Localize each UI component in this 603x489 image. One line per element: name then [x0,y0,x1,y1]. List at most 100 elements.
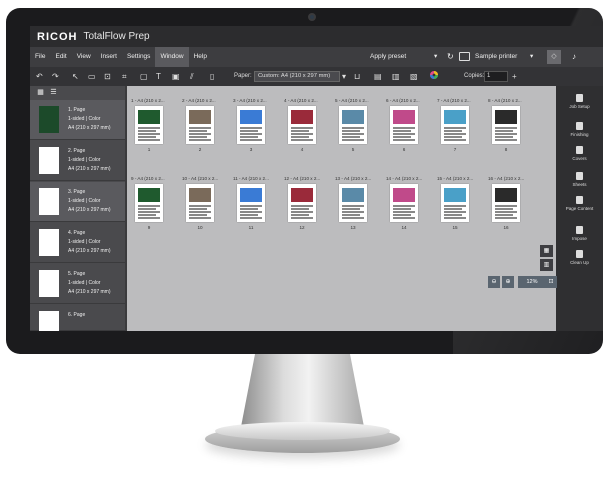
page-thumbnail[interactable] [288,106,316,144]
job-status-icon[interactable]: ◇ [547,50,561,64]
page-number: 1 [147,147,151,152]
menu-bar: File Edit View Insert Settings Window He… [30,47,603,67]
page-thumbnail[interactable] [390,184,418,222]
text-line [495,205,517,207]
text-line [393,211,415,213]
text-line [393,133,415,135]
refresh-icon[interactable]: ↻ [447,47,454,67]
page-thumbnail[interactable] [237,184,265,222]
page-thumbnail[interactable] [390,106,418,144]
sheets-button[interactable]: Sheets [556,172,603,187]
page-thumbnail[interactable] [237,106,265,144]
binding-icon[interactable]: ⊔ [354,70,360,83]
page-layout-icon[interactable]: ▯ [210,70,214,83]
sidebar-page-item[interactable]: 1. Page 1-sided | Color A4 (210 x 297 mm… [30,100,125,140]
menu-edit[interactable]: Edit [50,47,71,67]
text-tool-icon[interactable]: T [156,70,161,83]
menu-file[interactable]: File [30,47,50,67]
color-wheel-icon[interactable] [429,70,439,83]
text-line [393,136,411,138]
list-view-icon[interactable]: ☰ [49,89,58,97]
text-line [495,133,517,135]
page-size: A4 (210 x 297 mm) [68,289,111,295]
impose-label: Impose [572,236,587,241]
finishing-button[interactable]: Finishing [556,122,603,137]
text-line [444,208,462,210]
page-sides: 1-sided | Color [68,157,101,163]
page-thumbnail[interactable] [492,106,520,144]
menu-insert[interactable]: Insert [96,47,122,67]
page-thumbnail[interactable] [135,184,163,222]
impose-button[interactable]: Impose [556,226,603,241]
page-thumbnail[interactable] [186,184,214,222]
zoom-level-select[interactable]: 12% [518,276,546,288]
page-thumbnail[interactable] [441,106,469,144]
page-size: A4 (210 x 297 mm) [68,207,111,213]
menu-view[interactable]: View [72,47,96,67]
fit-icon[interactable]: ⊡ [104,70,111,83]
sidebar-page-item[interactable]: 6. Page [30,305,125,331]
thumbnail-view-button[interactable]: ▦ [540,245,553,257]
page-thumbnail[interactable] [288,184,316,222]
sidebar-page-item[interactable]: 3. Page 1-sided | Color A4 (210 x 297 mm… [30,182,125,222]
align-icon[interactable]: ⫽ [190,70,194,83]
text-line [291,205,313,207]
menu-help[interactable]: Help [189,47,212,67]
text-line [444,136,462,138]
text-line [495,127,517,129]
redo-icon[interactable]: ↷ [52,70,59,83]
apply-preset-button[interactable]: Apply preset [370,47,406,67]
staple-icon[interactable]: ▤ [374,70,382,83]
sidebar-page-item[interactable]: 5. Page 1-sided | Color A4 (210 x 297 mm… [30,264,125,304]
page-content-button[interactable]: Page Content [556,196,603,211]
text-line [189,127,211,129]
text-line [444,211,466,213]
text-line [240,214,258,216]
chevron-down-icon[interactable]: ▾ [530,47,533,67]
printer-select[interactable]: Sample printer [475,47,517,67]
clean-up-button[interactable]: Clean Up [556,250,603,265]
page-thumbnail [39,270,59,297]
page-image [444,110,466,124]
chevron-down-icon[interactable]: ▾ [342,70,346,83]
menu-window[interactable]: Window [155,47,189,67]
covers-button[interactable]: Covers [556,146,603,161]
crop-icon[interactable]: ⌗ [122,70,127,83]
chevron-down-icon[interactable]: ▾ [434,47,437,67]
page-image [291,110,313,124]
fit-page-button[interactable]: ⊡ [545,276,557,288]
page-thumbnail[interactable] [186,106,214,144]
rectangle-tool-icon[interactable]: ▭ [88,70,96,83]
paper-size-select[interactable]: Custom: A4 (210 x 297 mm) [254,71,340,82]
sidebar-page-item[interactable]: 4. Page 1-sided | Color A4 (210 x 297 mm… [30,223,125,263]
page-thumbnail[interactable] [492,184,520,222]
pointer-icon[interactable]: ↖ [72,70,79,83]
page-thumbnail[interactable] [441,184,469,222]
copies-input[interactable]: 1 [484,71,508,82]
spread-view-button[interactable]: ▥ [540,259,553,271]
menu-settings[interactable]: Settings [122,47,156,67]
plus-icon[interactable]: + [512,67,517,86]
covers-icon [576,146,583,154]
page-thumbnail[interactable] [339,184,367,222]
page-thumbnail[interactable] [135,106,163,144]
hole-punch-icon[interactable]: ▥ [392,70,400,83]
fold-icon[interactable]: ▧ [410,70,418,83]
text-line [495,136,513,138]
page-image [138,188,160,202]
page-label: 13 - A4 (210 x 2... [335,176,372,181]
grid-view-icon[interactable]: ▦ [36,89,45,97]
page-image [138,110,160,124]
undo-icon[interactable]: ↶ [36,70,43,83]
image-tool-icon[interactable]: ▢ [140,70,148,83]
zoom-in-button[interactable]: ⊕ [502,276,514,288]
sidebar-page-item[interactable]: 2. Page 1-sided | Color A4 (210 x 297 mm… [30,141,125,181]
page-label: 16 - A4 (210 x 2... [488,176,525,181]
bell-icon[interactable]: ♪ [572,47,576,67]
job-setup-icon [576,94,583,102]
page-thumbnail[interactable] [339,106,367,144]
job-setup-button[interactable]: Job Setup [556,94,603,109]
zoom-out-button[interactable]: ⊖ [488,276,500,288]
text-line [444,130,462,132]
picture-icon[interactable]: ▣ [172,70,180,83]
